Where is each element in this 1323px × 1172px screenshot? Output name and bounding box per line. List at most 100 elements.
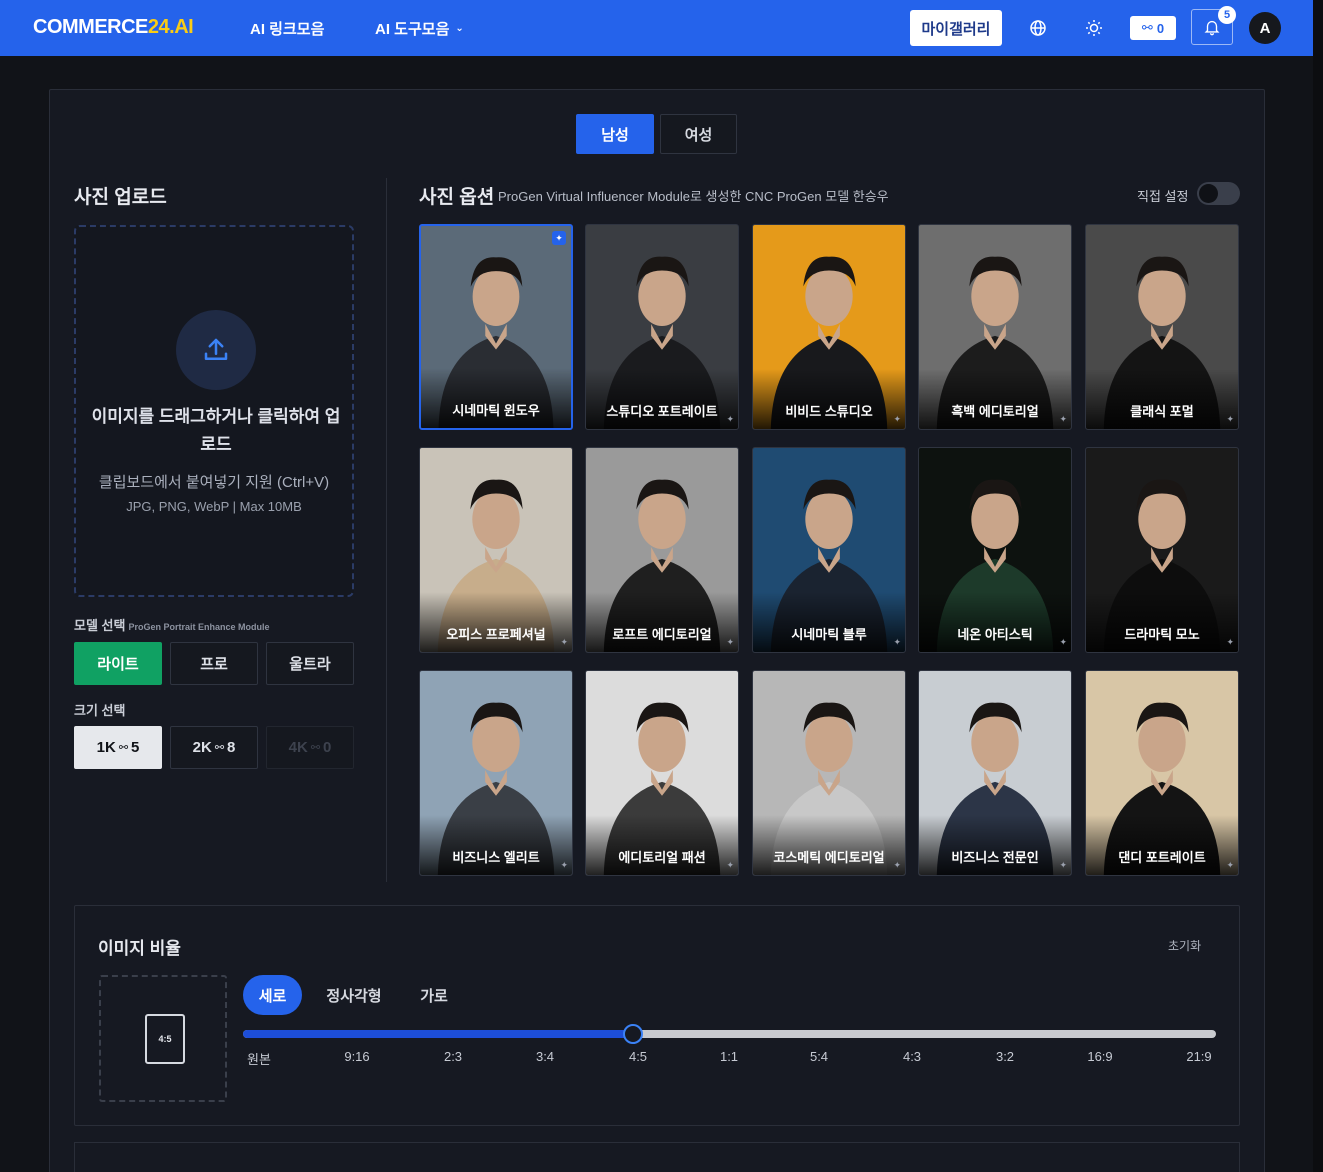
model-select-title: 모델 선택	[74, 618, 126, 633]
style-option[interactable]: 네온 아티스틱 ✦	[918, 447, 1072, 653]
coins-icon: ⚯	[310, 742, 321, 754]
credits-pill[interactable]: ⚯ 0	[1130, 16, 1176, 40]
ratio-tick-label[interactable]: 9:16	[344, 1049, 369, 1064]
coins-icon: ⚯	[118, 742, 129, 754]
style-option[interactable]: 코스메틱 에디토리얼 ✦	[752, 670, 906, 876]
size-1k-button[interactable]: 1K ⚯ 5	[74, 726, 162, 769]
ratio-tick-label[interactable]: 5:4	[810, 1049, 828, 1064]
style-option[interactable]: 비즈니스 전문인 ✦	[918, 670, 1072, 876]
label-shade	[420, 815, 572, 875]
style-option[interactable]: 에디토리얼 패션 ✦	[585, 670, 739, 876]
label-shade	[919, 369, 1071, 429]
model-pro-button[interactable]: 프로	[170, 642, 258, 685]
ratio-slider[interactable]	[243, 1024, 1216, 1044]
upload-formats: JPG, PNG, WebP | Max 10MB	[126, 499, 302, 514]
style-option-label: 비비드 스튜디오	[785, 404, 873, 419]
ratio-slider-fill	[243, 1030, 633, 1038]
style-option-label: 시네마틱 윈도우	[452, 403, 540, 418]
ratio-slider-handle[interactable]	[623, 1024, 643, 1044]
tab-portrait[interactable]: 세로	[243, 975, 302, 1015]
tab-landscape[interactable]: 가로	[411, 975, 457, 1015]
label-shade	[586, 815, 738, 875]
sparkle-icon: ✦	[1226, 860, 1234, 870]
sun-icon[interactable]	[1084, 18, 1104, 38]
sparkle-icon: ✦	[1059, 860, 1067, 870]
sparkle-icon: ✦	[1226, 414, 1234, 424]
style-option[interactable]: 비비드 스튜디오 ✦	[752, 224, 906, 430]
coins-icon: ⚯	[214, 742, 225, 754]
ratio-tick-label[interactable]: 원본	[247, 1049, 271, 1068]
image-ratio-panel: 이미지 비율 초기화 4:5 세로 정사각형 가로 원본 9:16 2:3 3:4 4:…	[74, 905, 1240, 1126]
style-option-label: 시네마틱 블루	[791, 627, 867, 642]
nav-ai-tools-label: AI 도구모음	[375, 21, 450, 38]
model-select-label: 모델 선택 ProGen Portrait Enhance Module	[74, 615, 269, 634]
scrollbar[interactable]	[1313, 0, 1323, 1172]
ratio-tick-label[interactable]: 3:4	[536, 1049, 554, 1064]
label-shade	[1086, 815, 1238, 875]
tab-female[interactable]: 여성	[660, 114, 737, 154]
tab-square[interactable]: 정사각형	[319, 975, 389, 1015]
size-2k-cost: 8	[227, 739, 236, 756]
nav-ai-links[interactable]: AI 링크모음	[250, 18, 324, 39]
label-shade	[753, 369, 905, 429]
ratio-tick-label[interactable]: 4:5	[629, 1049, 647, 1064]
size-4k-label: 4K	[288, 739, 308, 756]
sparkle-icon: ✦	[1059, 414, 1067, 424]
label-shade	[753, 815, 905, 875]
label-shade	[753, 592, 905, 652]
tab-male[interactable]: 남성	[576, 114, 654, 154]
sparkle-icon: ✦	[893, 637, 901, 647]
style-option[interactable]: 흑백 에디토리얼 ✦	[918, 224, 1072, 430]
style-option-label: 댄디 포트레이트	[1118, 850, 1206, 865]
ratio-tick-label[interactable]: 2:3	[444, 1049, 462, 1064]
style-option-label: 코스메틱 에디토리얼	[773, 850, 885, 865]
style-option[interactable]: 클래식 포멀 ✦	[1085, 224, 1239, 430]
globe-icon[interactable]	[1028, 18, 1048, 38]
logo[interactable]: COMMERCE24.AI	[33, 16, 194, 39]
nav-ai-links-label: AI 링크모음	[250, 21, 325, 38]
label-shade	[421, 368, 571, 428]
ratio-tick-label[interactable]: 4:3	[903, 1049, 921, 1064]
sparkle-icon: ✦	[560, 637, 568, 647]
column-divider	[386, 178, 387, 882]
ratio-tick-label[interactable]: 3:2	[996, 1049, 1014, 1064]
logo-accent: 24.AI	[147, 16, 194, 38]
ratio-preview-shape: 4:5	[145, 1014, 185, 1064]
label-shade	[919, 815, 1071, 875]
style-option[interactable]: 비즈니스 엘리트 ✦	[419, 670, 573, 876]
upload-dropzone[interactable]: 이미지를 드래그하거나 클릭하여 업로드 클립보드에서 붙여넣기 지원 (Ctr…	[74, 225, 354, 597]
model-lite-button[interactable]: 라이트	[74, 642, 162, 685]
label-shade	[586, 369, 738, 429]
size-1k-cost: 5	[131, 739, 140, 756]
custom-setting-toggle[interactable]	[1197, 182, 1240, 205]
upload-icon	[176, 310, 256, 390]
style-option-label: 클래식 포멀	[1130, 404, 1194, 419]
style-option[interactable]: 로프트 에디토리얼 ✦	[585, 447, 739, 653]
nav-ai-tools[interactable]: AI 도구모음 ⌄	[375, 18, 464, 39]
ratio-tick-label[interactable]: 1:1	[720, 1049, 738, 1064]
style-option[interactable]: 스튜디오 포트레이트 ✦	[585, 224, 739, 430]
style-option[interactable]: 시네마틱 블루 ✦	[752, 447, 906, 653]
avatar[interactable]: A	[1249, 12, 1281, 44]
style-option[interactable]: 드라마틱 모노 ✦	[1085, 447, 1239, 653]
logo-main: COMMERCE	[33, 16, 148, 38]
ratio-tick-label[interactable]: 21:9	[1186, 1049, 1211, 1064]
label-shade	[420, 592, 572, 652]
style-option-label: 에디토리얼 패션	[618, 850, 706, 865]
style-option[interactable]: 시네마틱 윈도우 ✦	[419, 224, 573, 430]
style-option[interactable]: 오피스 프로페셔널 ✦	[419, 447, 573, 653]
upload-title: 사진 업로드	[74, 187, 167, 208]
style-option-label: 드라마틱 모노	[1124, 627, 1200, 642]
photo-options-title: 사진 옵션	[419, 187, 495, 208]
my-gallery-button[interactable]: 마이갤러리	[910, 10, 1002, 46]
ratio-tick-label[interactable]: 16:9	[1087, 1049, 1112, 1064]
sparkle-icon: ✦	[1059, 637, 1067, 647]
style-option[interactable]: 댄디 포트레이트 ✦	[1085, 670, 1239, 876]
style-option-label: 네온 아티스틱	[957, 627, 1033, 642]
reset-button[interactable]: 초기화	[1168, 937, 1201, 954]
sparkle-icon: ✦	[560, 860, 568, 870]
size-2k-button[interactable]: 2K ⚯ 8	[170, 726, 258, 769]
top-navbar: COMMERCE24.AI AI 링크모음 AI 도구모음 ⌄ 마이갤러리 ⚯ 0 …	[0, 0, 1313, 56]
model-ultra-button[interactable]: 울트라	[266, 642, 354, 685]
model-module-name: ProGen Portrait Enhance Module	[128, 622, 270, 632]
